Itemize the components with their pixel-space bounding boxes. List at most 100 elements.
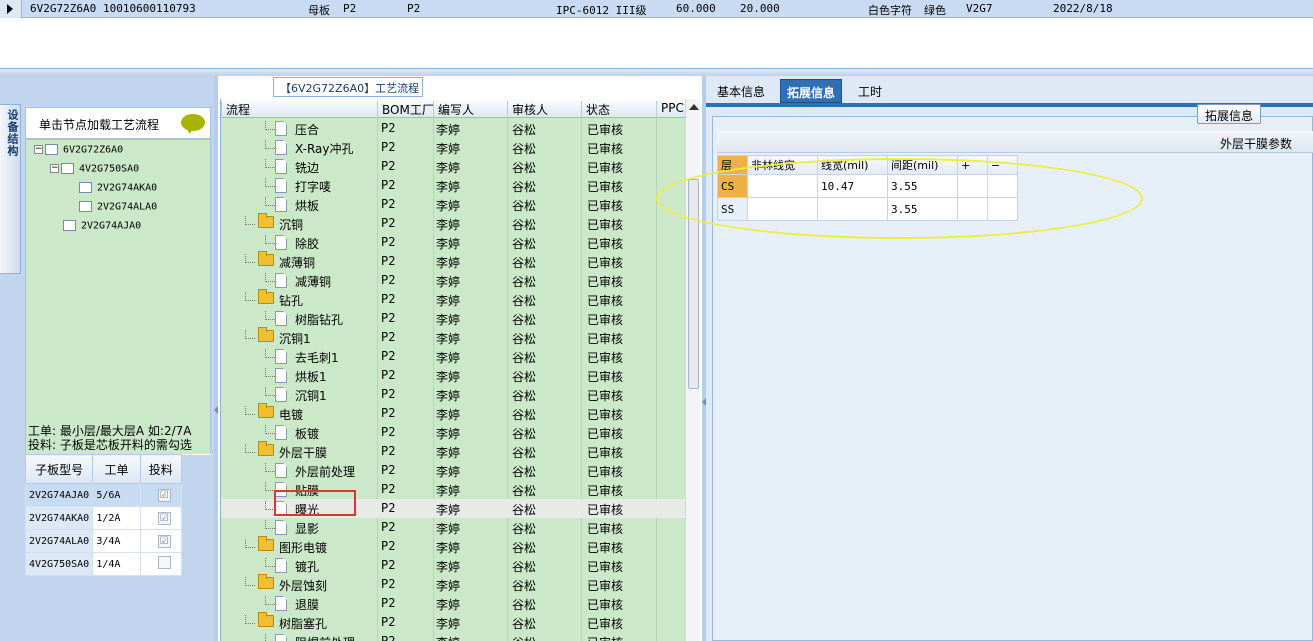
document-icon bbox=[275, 558, 287, 573]
child-cell-model[interactable]: 2V2G74ALA0 bbox=[24, 529, 94, 553]
structure-node[interactable]: 2V2G74AJA0 bbox=[50, 220, 141, 232]
child-cell-model[interactable]: 2V2G74AJA0 bbox=[24, 483, 94, 507]
table-row[interactable]: 外层蚀刻 P2 李婷 谷松 已审核 bbox=[221, 574, 685, 594]
feed-checkbox[interactable] bbox=[157, 556, 171, 569]
table-row[interactable]: 去毛刺1 P2 李婷 谷松 已审核 bbox=[221, 347, 685, 366]
process-status: 已审核 bbox=[587, 541, 624, 555]
document-icon bbox=[275, 634, 287, 641]
child-table-header[interactable]: 工单 bbox=[92, 454, 141, 484]
tree-line bbox=[265, 520, 275, 529]
horizontal-splitter[interactable] bbox=[0, 68, 1313, 76]
table-row[interactable]: 4V2G750SA0 1/4A bbox=[24, 552, 211, 576]
child-board-table: 子板型号 工单 投料 2V2G74AJA0 5/6A ☑ 2V2G74AKA0 1/2A ☑ 2… bbox=[24, 454, 211, 576]
row-selector-arrow-icon bbox=[0, 0, 22, 18]
table-row[interactable]: 打字唛 P2 李婷 谷松 已审核 bbox=[221, 176, 685, 195]
table-row[interactable]: 外层前处理 P2 李婷 谷松 已审核 bbox=[221, 461, 685, 480]
table-row[interactable]: 铣边 P2 李婷 谷松 已审核 bbox=[221, 157, 685, 176]
child-cell-model[interactable]: 4V2G750SA0 bbox=[24, 552, 94, 576]
feed-checkbox[interactable]: ☑ bbox=[157, 534, 171, 548]
table-row[interactable]: 除胶 P2 李婷 谷松 已审核 bbox=[221, 233, 685, 252]
table-row[interactable]: X-Ray冲孔 P2 李婷 谷松 已审核 bbox=[221, 138, 685, 157]
table-row[interactable]: 阻焊前处理 P2 李婷 谷松 已审核 bbox=[221, 632, 685, 641]
process-header-cell[interactable]: 编写人 bbox=[433, 101, 507, 118]
expand-toggle-icon[interactable]: − bbox=[34, 145, 43, 154]
table-row[interactable]: 烘板 P2 李婷 谷松 已审核 bbox=[221, 195, 685, 214]
table-row[interactable]: 减薄铜 P2 李婷 谷松 已审核 bbox=[221, 251, 685, 271]
process-name: 外层蚀刻 bbox=[279, 579, 328, 593]
child-cell-feed[interactable] bbox=[139, 552, 182, 576]
feed-checkbox[interactable]: ☑ bbox=[157, 488, 171, 502]
table-row[interactable]: 压合 P2 李婷 谷松 已审核 bbox=[221, 119, 685, 138]
process-status: 已审核 bbox=[587, 237, 624, 251]
extended-info-button[interactable]: 拓展信息 bbox=[1197, 104, 1261, 124]
table-row[interactable]: 树脂塞孔 P2 李婷 谷松 已审核 bbox=[221, 612, 685, 632]
process-bom: P2 bbox=[381, 140, 396, 154]
child-cell-order[interactable]: 5/6A bbox=[92, 483, 141, 507]
process-bom: P2 bbox=[381, 634, 396, 641]
process-status: 已审核 bbox=[587, 503, 624, 517]
table-row[interactable]: 烘板1 P2 李婷 谷松 已审核 bbox=[221, 366, 685, 385]
process-writer: 李婷 bbox=[436, 484, 461, 498]
process-reviewer: 谷松 bbox=[512, 142, 537, 156]
child-cell-model[interactable]: 2V2G74AKA0 bbox=[24, 506, 94, 530]
structure-node-label: 2V2G74ALA0 bbox=[97, 201, 158, 213]
table-row[interactable]: 退膜 P2 李婷 谷松 已审核 bbox=[221, 594, 685, 613]
table-row[interactable]: 沉铜 P2 李婷 谷松 已审核 bbox=[221, 213, 685, 233]
table-row[interactable]: 2V2G74AKA0 1/2A ☑ bbox=[24, 506, 211, 530]
process-header-cell[interactable]: BOM工厂 bbox=[377, 101, 434, 118]
tab-extended-info[interactable]: 拓展信息 bbox=[780, 79, 843, 103]
process-reviewer: 谷松 bbox=[512, 446, 537, 460]
child-table-header[interactable]: 子板型号 bbox=[24, 454, 94, 484]
table-row[interactable]: 钻孔 P2 李婷 谷松 已审核 bbox=[221, 289, 685, 309]
table-row[interactable]: 减薄铜 P2 李婷 谷松 已审核 bbox=[221, 271, 685, 290]
child-cell-order[interactable]: 1/4A bbox=[92, 552, 141, 576]
info-text: 工单: 最小层/最大层A 如:2/7A 投料: 子板是芯板开料的需勾选 bbox=[28, 424, 192, 452]
table-row[interactable]: 2V2G74ALA0 3/4A ☑ bbox=[24, 529, 211, 553]
process-writer: 李婷 bbox=[436, 218, 461, 232]
table-row[interactable]: 显影 P2 李婷 谷松 已审核 bbox=[221, 518, 685, 537]
process-status: 已审核 bbox=[587, 370, 624, 384]
structure-node-label: 4V2G750SA0 bbox=[79, 163, 140, 175]
table-row[interactable]: 外层干膜 P2 李婷 谷松 已审核 bbox=[221, 441, 685, 461]
child-cell-feed[interactable]: ☑ bbox=[139, 506, 182, 530]
table-row[interactable]: 2V2G74AJA0 5/6A ☑ bbox=[24, 483, 211, 507]
collapse-left-icon[interactable] bbox=[214, 406, 218, 414]
top-factory1: P2 bbox=[343, 2, 357, 15]
tree-line bbox=[265, 311, 275, 320]
process-header-cell[interactable]: 状态 bbox=[581, 101, 656, 118]
feed-checkbox[interactable]: ☑ bbox=[157, 511, 171, 525]
folder-icon bbox=[258, 213, 274, 228]
structure-node[interactable]: − 4V2G750SA0 bbox=[50, 163, 139, 175]
table-row[interactable]: 镀孔 P2 李婷 谷松 已审核 bbox=[221, 556, 685, 575]
structure-node[interactable]: 2V2G74ALA0 bbox=[66, 201, 157, 213]
process-reviewer: 谷松 bbox=[512, 199, 537, 213]
side-tab-structure[interactable]: 设备结构 bbox=[0, 104, 21, 274]
structure-node[interactable]: 2V2G74AKA0 bbox=[66, 182, 157, 194]
tab-work-hours[interactable]: 工时 bbox=[852, 79, 888, 103]
process-header-cell[interactable]: PPC bbox=[656, 101, 685, 118]
child-table-header[interactable]: 投料 bbox=[139, 454, 182, 484]
process-reviewer: 谷松 bbox=[512, 541, 537, 555]
process-reviewer: 谷松 bbox=[512, 579, 537, 593]
child-cell-feed[interactable]: ☑ bbox=[139, 483, 182, 507]
table-row[interactable]: 板镀 P2 李婷 谷松 已审核 bbox=[221, 423, 685, 442]
child-cell-feed[interactable]: ☑ bbox=[139, 529, 182, 553]
scroll-up-icon[interactable] bbox=[689, 104, 699, 110]
table-row[interactable]: 树脂钻孔 P2 李婷 谷松 已审核 bbox=[221, 309, 685, 328]
process-writer: 李婷 bbox=[436, 237, 461, 251]
table-row[interactable]: 沉铜1 P2 李婷 谷松 已审核 bbox=[221, 327, 685, 347]
process-grid: 流程 BOM工厂 编写人 审核人 状态 PPC 压合 P2 李婷 谷松 已审核 X-Ray冲孔 P2 李… bbox=[220, 99, 700, 641]
process-writer: 李婷 bbox=[436, 427, 461, 441]
left-splitter[interactable] bbox=[214, 76, 218, 641]
process-header-cell[interactable]: 审核人 bbox=[507, 101, 581, 118]
child-cell-order[interactable]: 1/2A bbox=[92, 506, 141, 530]
table-row[interactable]: 沉铜1 P2 李婷 谷松 已审核 bbox=[221, 385, 685, 404]
table-row[interactable]: 图形电镀 P2 李婷 谷松 已审核 bbox=[221, 536, 685, 556]
child-cell-order[interactable]: 3/4A bbox=[92, 529, 141, 553]
process-header-cell[interactable]: 流程 bbox=[221, 101, 377, 118]
expand-toggle-icon[interactable]: − bbox=[50, 164, 59, 173]
table-row[interactable]: 电镀 P2 李婷 谷松 已审核 bbox=[221, 403, 685, 423]
tab-basic-info[interactable]: 基本信息 bbox=[711, 79, 771, 103]
structure-node[interactable]: − 6V2G72Z6A0 bbox=[34, 144, 123, 156]
top-record-row[interactable]: 6V2G72Z6A0 10010600110793 母板 P2 P2 IPC-6… bbox=[0, 0, 1313, 18]
